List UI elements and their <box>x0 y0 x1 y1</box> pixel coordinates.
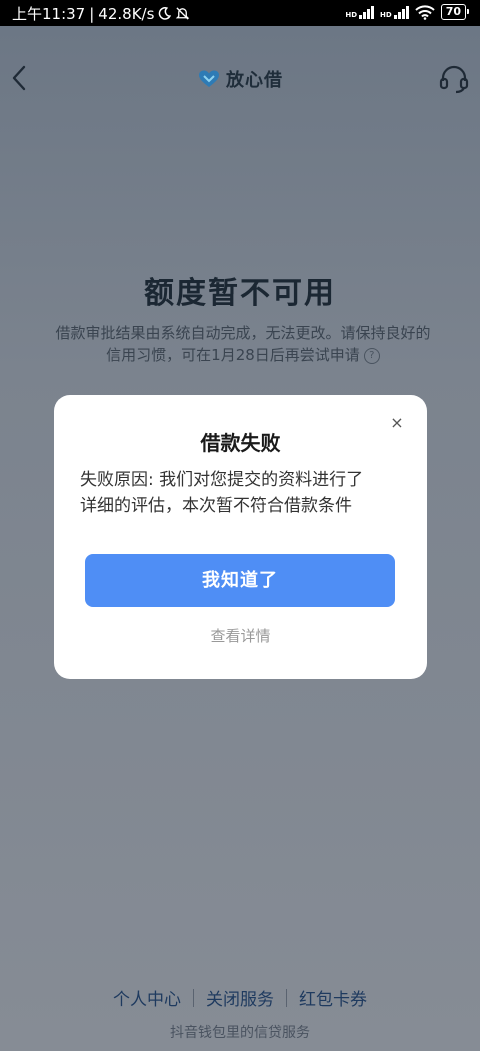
battery-icon: 70 <box>440 4 470 20</box>
back-button[interactable] <box>6 62 34 94</box>
page-description: 借款审批结果由系统自动完成，无法更改。请保持良好的 信用习惯，可在1月28日后再… <box>38 322 448 366</box>
signal-1-icon: HD <box>345 5 375 19</box>
loan-failed-dialog: × 借款失败 失败原因: 我们对您提交的资料进行了 详细的评估，本次暂不符合借款… <box>54 395 427 679</box>
status-bar: 上午11:37 | 42.8K/s HD HD 70 <box>0 0 480 26</box>
footer-divider <box>286 988 287 1007</box>
page-title: 额度暂不可用 <box>144 276 336 311</box>
hd-badge-2: HD <box>380 11 392 19</box>
acknowledge-button[interactable]: 我知道了 <box>85 554 395 607</box>
battery-level: 70 <box>445 5 461 18</box>
footer-note: 抖音钱包里的信贷服务 <box>170 1025 310 1041</box>
wifi-icon <box>414 4 435 20</box>
brand: 放心借 <box>198 66 283 92</box>
hd-badge-1: HD <box>345 11 358 19</box>
footer-link-coupons[interactable]: 红包卡券 <box>299 985 367 1010</box>
footer-link-close-service[interactable]: 关闭服务 <box>206 985 274 1010</box>
status-right: HD HD 70 <box>345 4 470 20</box>
moon-icon <box>159 7 172 20</box>
status-time: 上午11:37 <box>12 5 86 23</box>
footer-link-personal-center[interactable]: 个人中心 <box>113 985 181 1010</box>
description-line-2: 信用习惯，可在1月28日后再尝试申请? <box>38 344 448 366</box>
footer-divider <box>193 988 194 1007</box>
mute-bell-icon <box>176 7 190 20</box>
dialog-title: 借款失败 <box>200 431 281 455</box>
help-icon[interactable]: ? <box>363 347 380 364</box>
description-line-2-text: 信用习惯，可在1月28日后再尝试申请 <box>106 346 360 364</box>
dialog-message-line-1: 失败原因: 我们对您提交的资料进行了 <box>80 470 364 490</box>
brand-logo-icon <box>199 70 219 87</box>
status-speed: 42.8K/s <box>98 4 155 23</box>
app-screen: 上午11:37 | 42.8K/s HD HD 70 放心借 额度暂不可用 借款… <box>0 0 480 1051</box>
view-details-link[interactable]: 查看详情 <box>54 625 427 646</box>
brand-name: 放心借 <box>226 70 283 91</box>
status-left: 上午11:37 | 42.8K/s <box>12 3 190 24</box>
customer-service-button[interactable] <box>438 64 470 94</box>
dialog-message-line-2: 详细的评估，本次暂不符合借款条件 <box>80 496 352 516</box>
chevron-left-icon <box>12 65 26 91</box>
signal-2-icon: HD <box>380 5 409 19</box>
footer-links: 个人中心 关闭服务 红包卡券 <box>0 985 480 1010</box>
description-line-1: 借款审批结果由系统自动完成，无法更改。请保持良好的 <box>55 324 431 342</box>
status-divider: | <box>89 4 95 23</box>
top-nav: 放心借 <box>0 26 480 130</box>
dialog-message: 失败原因: 我们对您提交的资料进行了 详细的评估，本次暂不符合借款条件 <box>80 467 405 519</box>
headset-icon <box>439 65 469 94</box>
